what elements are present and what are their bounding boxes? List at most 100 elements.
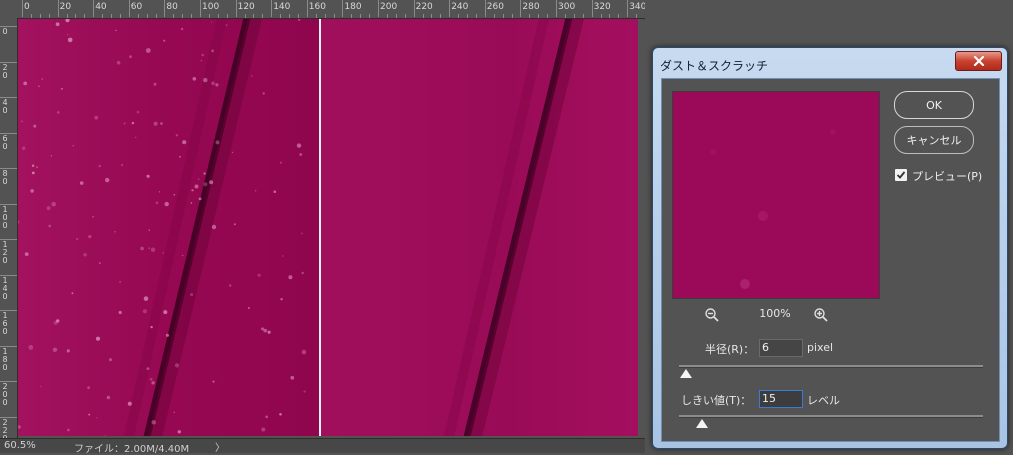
dust-speck xyxy=(88,413,91,416)
ruler-tick-label: 300 xyxy=(558,2,576,12)
dust-speck xyxy=(40,385,42,388)
ruler-minor-tick xyxy=(529,14,531,18)
ruler-minor-tick xyxy=(84,14,86,18)
dust-speck xyxy=(148,229,150,231)
dust-speck xyxy=(60,87,64,90)
ruler-minor-tick xyxy=(618,14,620,18)
preview-checkbox-label[interactable]: プレビュー(P) xyxy=(912,168,982,184)
dust-speck xyxy=(50,155,53,157)
dust-speck xyxy=(66,349,70,353)
ruler-tick-label: 100 xyxy=(202,2,220,12)
close-button[interactable] xyxy=(955,51,1002,71)
ruler-minor-tick xyxy=(244,14,246,18)
ruler-minor-tick xyxy=(75,14,77,18)
dust-speck xyxy=(247,307,250,309)
ruler-minor-tick xyxy=(297,14,299,18)
dust-speck xyxy=(273,190,277,193)
dust-speck xyxy=(76,237,79,241)
document-canvas[interactable] xyxy=(18,19,638,436)
dust-speck xyxy=(55,22,60,27)
ruler-minor-tick xyxy=(289,14,290,18)
dust-speck xyxy=(21,120,23,123)
dust-speck xyxy=(92,215,94,218)
dust-speck xyxy=(301,271,304,275)
dust-speck xyxy=(121,164,123,166)
ruler-minor-tick xyxy=(404,14,406,18)
dust-speck xyxy=(151,381,155,385)
zoom-out-icon[interactable] xyxy=(704,307,720,323)
dust-speck xyxy=(136,110,140,114)
dust-speck xyxy=(211,49,215,53)
threshold-slider-track[interactable] xyxy=(679,415,983,418)
status-file-info: ファイル：2.00M/4.40M xyxy=(74,444,190,455)
dust-speck xyxy=(233,223,236,226)
ruler-minor-tick xyxy=(369,14,371,18)
dust-speck xyxy=(28,345,34,350)
dust-speck xyxy=(127,401,132,406)
dust-speck xyxy=(33,124,37,128)
dust-speck xyxy=(279,413,282,416)
ruler-minor-tick xyxy=(600,14,602,18)
zoom-in-icon[interactable] xyxy=(813,307,829,323)
ruler-tick xyxy=(128,0,130,17)
dust-speck xyxy=(41,78,44,80)
dust-speck xyxy=(106,395,111,400)
ruler-minor-tick xyxy=(493,14,495,18)
dust-speck xyxy=(215,140,220,145)
filter-preview[interactable] xyxy=(672,91,880,299)
ruler-minor-tick xyxy=(48,14,50,18)
dust-speck xyxy=(257,273,261,277)
ruler-minor-tick xyxy=(39,14,41,18)
dust-speck xyxy=(72,145,74,147)
dust-speck xyxy=(192,77,197,81)
dust-speck xyxy=(52,347,58,352)
dust-speck xyxy=(46,206,51,211)
dust-speck xyxy=(211,224,217,230)
dust-speck xyxy=(51,201,56,207)
radius-input[interactable]: 6 xyxy=(759,339,803,357)
threshold-unit: レベル xyxy=(807,394,840,407)
ruler-minor-tick xyxy=(422,14,424,18)
dust-speck xyxy=(153,121,158,126)
status-zoom[interactable]: 60.5% xyxy=(4,440,36,451)
dust-speck xyxy=(142,309,147,314)
canvas-image xyxy=(18,19,638,436)
ruler-tick xyxy=(164,0,166,17)
ruler-tick xyxy=(271,0,273,17)
dust-speck xyxy=(254,190,257,192)
dust-speck xyxy=(251,75,253,77)
ruler-tick-label: 40 xyxy=(95,2,107,12)
threshold-slider-thumb[interactable] xyxy=(696,419,708,428)
ruler-tick-label: 260 xyxy=(486,2,504,12)
dust-speck xyxy=(265,415,268,419)
ruler-minor-tick xyxy=(102,14,104,18)
ruler-tick-label: 180 xyxy=(344,2,362,12)
dust-speck xyxy=(56,111,60,114)
dust-speck xyxy=(279,161,282,164)
dust-speck xyxy=(212,380,215,383)
ok-button[interactable]: OK xyxy=(894,91,974,119)
dust-speck xyxy=(160,122,163,125)
radius-slider-thumb[interactable] xyxy=(680,369,692,378)
dust-speck xyxy=(146,174,150,178)
ruler-tick-label: 0 xyxy=(2,27,8,36)
ruler-tick xyxy=(449,0,451,17)
radius-slider-track[interactable] xyxy=(679,365,983,368)
ruler-tick-label: 200 xyxy=(2,382,8,407)
dust-speck xyxy=(296,143,302,148)
dust-speck xyxy=(177,430,181,434)
dust-speck xyxy=(116,60,121,65)
dust-speck xyxy=(301,232,303,235)
dust-speck xyxy=(148,247,150,249)
dust-speck xyxy=(162,252,164,254)
cancel-button[interactable]: キャンセル xyxy=(894,126,974,154)
top-ruler: 0 20 40 60 80 100 120 140 160 180 200 220 240 260 280 3… xyxy=(0,0,645,19)
dust-speck xyxy=(22,146,26,150)
ruler-tick-label: 100 xyxy=(2,204,8,230)
ruler-minor-tick xyxy=(547,14,549,18)
threshold-input[interactable]: 15 xyxy=(759,390,803,408)
preview-checkbox[interactable] xyxy=(895,169,907,181)
ruler-minor-tick xyxy=(467,14,468,18)
radius-label: 半径(R)： xyxy=(705,343,755,356)
dust-speck xyxy=(115,29,117,32)
